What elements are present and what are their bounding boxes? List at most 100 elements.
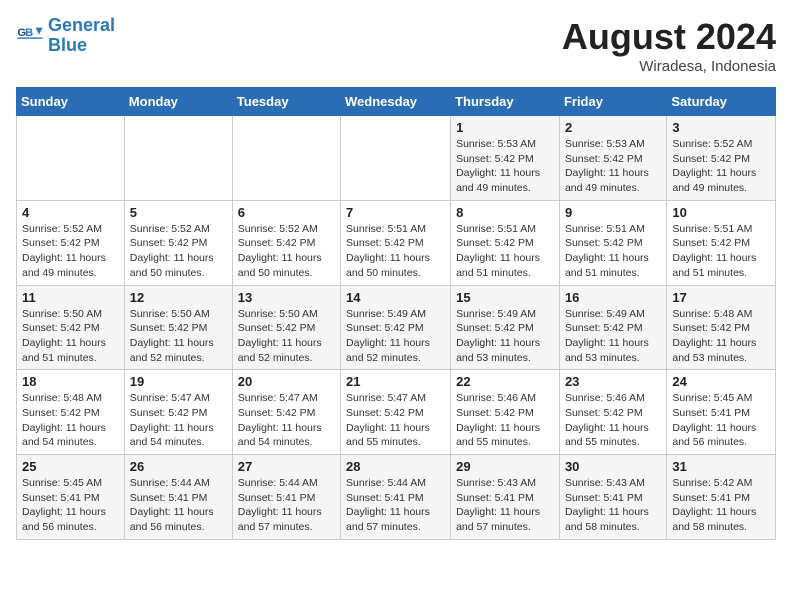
day-info: Sunrise: 5:47 AM Sunset: 5:42 PM Dayligh… xyxy=(130,391,227,450)
calendar-header: Sunday Monday Tuesday Wednesday Thursday… xyxy=(17,88,776,116)
day-number: 13 xyxy=(238,290,335,305)
day-number: 6 xyxy=(238,205,335,220)
day-info: Sunrise: 5:51 AM Sunset: 5:42 PM Dayligh… xyxy=(565,222,661,281)
day-number: 10 xyxy=(672,205,770,220)
day-number: 17 xyxy=(672,290,770,305)
day-cell: 14 Sunrise: 5:49 AM Sunset: 5:42 PM Dayli… xyxy=(341,285,451,370)
day-info: Sunrise: 5:50 AM Sunset: 5:42 PM Dayligh… xyxy=(130,307,227,366)
logo-text: General Blue xyxy=(48,16,115,56)
day-number: 1 xyxy=(456,120,554,135)
col-tuesday: Tuesday xyxy=(232,88,340,116)
day-number: 11 xyxy=(22,290,119,305)
logo-icon: G B xyxy=(16,22,44,50)
day-number: 7 xyxy=(346,205,445,220)
day-cell xyxy=(124,116,232,201)
day-info: Sunrise: 5:49 AM Sunset: 5:42 PM Dayligh… xyxy=(346,307,445,366)
day-number: 30 xyxy=(565,459,661,474)
day-cell: 9 Sunrise: 5:51 AM Sunset: 5:42 PM Daylig… xyxy=(559,200,666,285)
month-year: August 2024 xyxy=(562,16,776,58)
day-cell: 12 Sunrise: 5:50 AM Sunset: 5:42 PM Dayli… xyxy=(124,285,232,370)
day-info: Sunrise: 5:47 AM Sunset: 5:42 PM Dayligh… xyxy=(238,391,335,450)
svg-text:B: B xyxy=(25,27,33,39)
day-info: Sunrise: 5:48 AM Sunset: 5:42 PM Dayligh… xyxy=(22,391,119,450)
day-info: Sunrise: 5:47 AM Sunset: 5:42 PM Dayligh… xyxy=(346,391,445,450)
day-cell: 17Sunrise: 5:48 AM Sunset: 5:42 PM Dayli… xyxy=(667,285,776,370)
day-info: Sunrise: 5:51 AM Sunset: 5:42 PM Dayligh… xyxy=(672,222,770,281)
calendar-table: Sunday Monday Tuesday Wednesday Thursday… xyxy=(16,87,776,540)
calendar-body: 1 Sunrise: 5:53 AM Sunset: 5:42 PM Daylig… xyxy=(17,116,776,540)
day-info: Sunrise: 5:49 AM Sunset: 5:42 PM Dayligh… xyxy=(565,307,661,366)
day-cell: 27Sunrise: 5:44 AM Sunset: 5:41 PM Dayli… xyxy=(232,455,340,540)
day-info: Sunrise: 5:52 AM Sunset: 5:42 PM Dayligh… xyxy=(130,222,227,281)
day-cell: 11 Sunrise: 5:50 AM Sunset: 5:42 PM Dayli… xyxy=(17,285,125,370)
col-friday: Friday xyxy=(559,88,666,116)
day-number: 12 xyxy=(130,290,227,305)
day-info: Sunrise: 5:42 AM Sunset: 5:41 PM Dayligh… xyxy=(672,476,770,535)
day-cell xyxy=(341,116,451,201)
col-sunday: Sunday xyxy=(17,88,125,116)
day-number: 16 xyxy=(565,290,661,305)
day-number: 20 xyxy=(238,374,335,389)
day-number: 31 xyxy=(672,459,770,474)
week-row-1: 4 Sunrise: 5:52 AM Sunset: 5:42 PM Daylig… xyxy=(17,200,776,285)
day-number: 23 xyxy=(565,374,661,389)
day-info: Sunrise: 5:50 AM Sunset: 5:42 PM Dayligh… xyxy=(22,307,119,366)
week-row-0: 1 Sunrise: 5:53 AM Sunset: 5:42 PM Daylig… xyxy=(17,116,776,201)
day-number: 4 xyxy=(22,205,119,220)
day-number: 29 xyxy=(456,459,554,474)
day-info: Sunrise: 5:53 AM Sunset: 5:42 PM Dayligh… xyxy=(456,137,554,196)
day-cell xyxy=(232,116,340,201)
day-cell: 30 Sunrise: 5:43 AM Sunset: 5:41 PM Dayli… xyxy=(559,455,666,540)
title-block: August 2024 Wiradesa, Indonesia xyxy=(562,16,776,75)
day-cell: 1 Sunrise: 5:53 AM Sunset: 5:42 PM Daylig… xyxy=(451,116,560,201)
day-number: 22 xyxy=(456,374,554,389)
col-thursday: Thursday xyxy=(451,88,560,116)
day-info: Sunrise: 5:45 AM Sunset: 5:41 PM Dayligh… xyxy=(22,476,119,535)
day-number: 28 xyxy=(346,459,445,474)
day-info: Sunrise: 5:50 AM Sunset: 5:42 PM Dayligh… xyxy=(238,307,335,366)
day-number: 24 xyxy=(672,374,770,389)
day-info: Sunrise: 5:52 AM Sunset: 5:42 PM Dayligh… xyxy=(22,222,119,281)
day-info: Sunrise: 5:51 AM Sunset: 5:42 PM Dayligh… xyxy=(346,222,445,281)
day-cell: 3 Sunrise: 5:52 AM Sunset: 5:42 PM Daylig… xyxy=(667,116,776,201)
day-number: 9 xyxy=(565,205,661,220)
day-info: Sunrise: 5:44 AM Sunset: 5:41 PM Dayligh… xyxy=(238,476,335,535)
day-number: 2 xyxy=(565,120,661,135)
day-cell: 10 Sunrise: 5:51 AM Sunset: 5:42 PM Dayli… xyxy=(667,200,776,285)
day-info: Sunrise: 5:46 AM Sunset: 5:42 PM Dayligh… xyxy=(565,391,661,450)
day-cell: 16 Sunrise: 5:49 AM Sunset: 5:42 PM Dayli… xyxy=(559,285,666,370)
day-number: 21 xyxy=(346,374,445,389)
day-number: 14 xyxy=(346,290,445,305)
day-info: Sunrise: 5:46 AM Sunset: 5:42 PM Dayligh… xyxy=(456,391,554,450)
day-info: Sunrise: 5:44 AM Sunset: 5:41 PM Dayligh… xyxy=(130,476,227,535)
day-number: 3 xyxy=(672,120,770,135)
day-number: 5 xyxy=(130,205,227,220)
logo-general: General xyxy=(48,15,115,35)
day-cell: 25 Sunrise: 5:45 AM Sunset: 5:41 PM Dayli… xyxy=(17,455,125,540)
day-cell xyxy=(17,116,125,201)
day-info: Sunrise: 5:43 AM Sunset: 5:41 PM Dayligh… xyxy=(456,476,554,535)
day-cell: 21 Sunrise: 5:47 AM Sunset: 5:42 PM Dayli… xyxy=(341,370,451,455)
logo: G B General Blue xyxy=(16,16,115,56)
day-cell: 31 Sunrise: 5:42 AM Sunset: 5:41 PM Dayli… xyxy=(667,455,776,540)
location: Wiradesa, Indonesia xyxy=(562,58,776,75)
day-number: 25 xyxy=(22,459,119,474)
day-number: 8 xyxy=(456,205,554,220)
day-info: Sunrise: 5:51 AM Sunset: 5:42 PM Dayligh… xyxy=(456,222,554,281)
col-monday: Monday xyxy=(124,88,232,116)
day-info: Sunrise: 5:43 AM Sunset: 5:41 PM Dayligh… xyxy=(565,476,661,535)
day-cell: 29 Sunrise: 5:43 AM Sunset: 5:41 PM Dayli… xyxy=(451,455,560,540)
week-row-3: 18Sunrise: 5:48 AM Sunset: 5:42 PM Dayli… xyxy=(17,370,776,455)
day-number: 26 xyxy=(130,459,227,474)
day-cell: 2Sunrise: 5:53 AM Sunset: 5:42 PM Daylig… xyxy=(559,116,666,201)
day-cell: 4 Sunrise: 5:52 AM Sunset: 5:42 PM Daylig… xyxy=(17,200,125,285)
day-cell: 24Sunrise: 5:45 AM Sunset: 5:41 PM Dayli… xyxy=(667,370,776,455)
day-cell: 22 Sunrise: 5:46 AM Sunset: 5:42 PM Dayli… xyxy=(451,370,560,455)
day-cell: 7 Sunrise: 5:51 AM Sunset: 5:42 PM Daylig… xyxy=(341,200,451,285)
header-row: Sunday Monday Tuesday Wednesday Thursday… xyxy=(17,88,776,116)
week-row-2: 11 Sunrise: 5:50 AM Sunset: 5:42 PM Dayli… xyxy=(17,285,776,370)
day-cell: 15Sunrise: 5:49 AM Sunset: 5:42 PM Dayli… xyxy=(451,285,560,370)
week-row-4: 25 Sunrise: 5:45 AM Sunset: 5:41 PM Dayli… xyxy=(17,455,776,540)
day-info: Sunrise: 5:52 AM Sunset: 5:42 PM Dayligh… xyxy=(672,137,770,196)
day-cell: 23 Sunrise: 5:46 AM Sunset: 5:42 PM Dayli… xyxy=(559,370,666,455)
